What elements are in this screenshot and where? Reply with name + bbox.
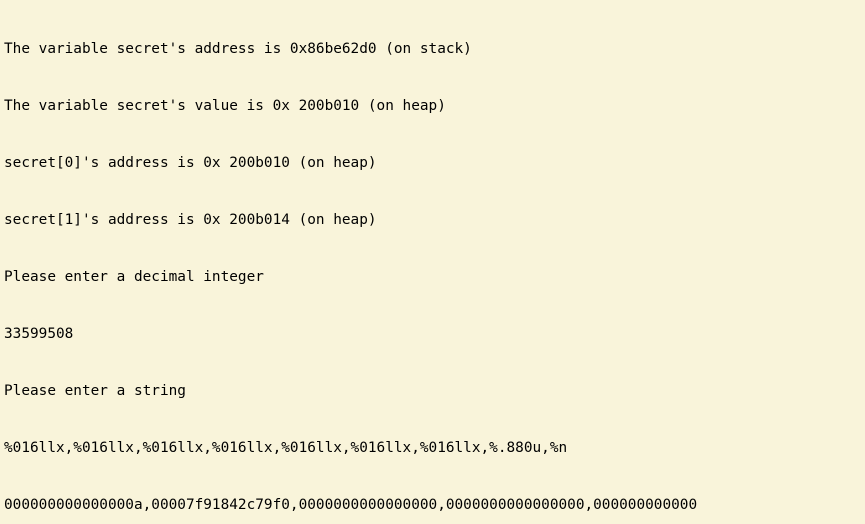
output-line: Please enter a string — [4, 382, 861, 401]
output-line: The variable secret's address is 0x86be6… — [4, 40, 861, 59]
output-line: secret[0]'s address is 0x 200b010 (on he… — [4, 154, 861, 173]
output-line: 000000000000000a,00007f91842c79f0,000000… — [4, 496, 861, 515]
output-line: 33599508 — [4, 325, 861, 344]
terminal-output[interactable]: The variable secret's address is 0x86be6… — [4, 2, 861, 524]
output-line: The variable secret's value is 0x 200b01… — [4, 97, 861, 116]
output-line: %016llx,%016llx,%016llx,%016llx,%016llx,… — [4, 439, 861, 458]
output-line: Please enter a decimal integer — [4, 268, 861, 287]
output-line: secret[1]'s address is 0x 200b014 (on he… — [4, 211, 861, 230]
